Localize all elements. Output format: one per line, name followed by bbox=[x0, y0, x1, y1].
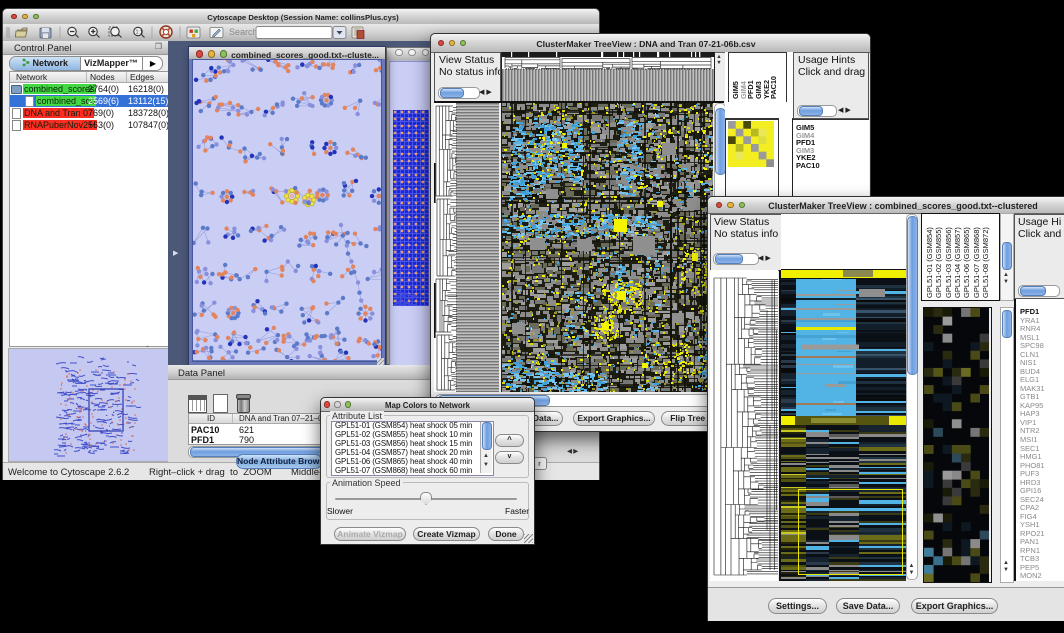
svg-text:Search:: Search: bbox=[229, 27, 260, 37]
svg-text:1:1: 1:1 bbox=[136, 30, 143, 36]
